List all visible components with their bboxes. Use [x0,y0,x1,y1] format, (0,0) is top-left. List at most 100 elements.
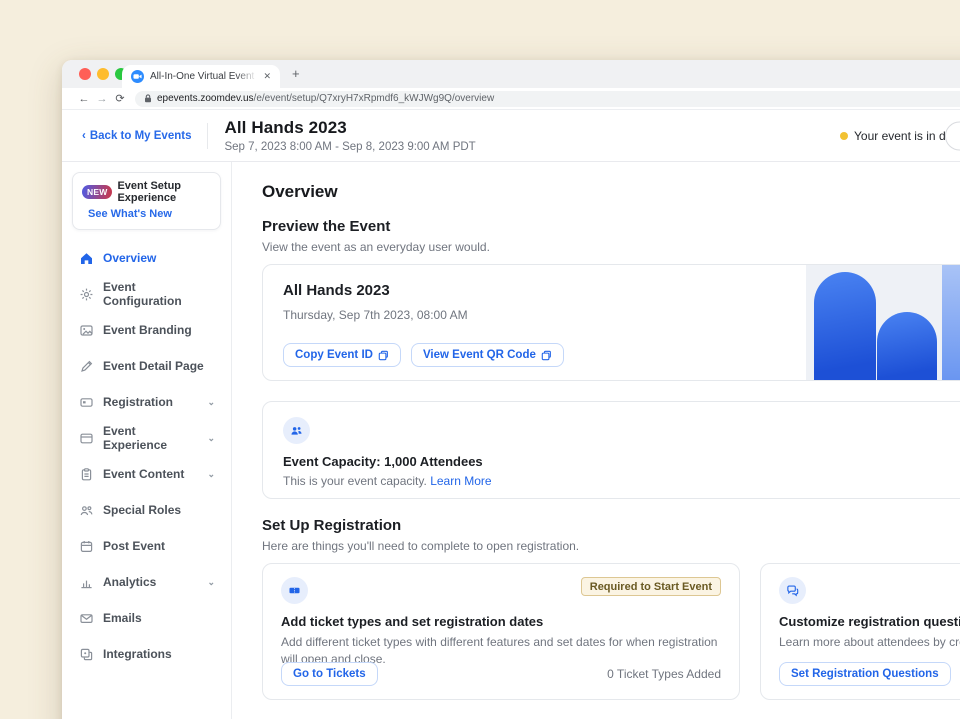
sidebar-item-overview[interactable]: Overview [72,240,221,276]
integrations-icon [78,647,94,662]
browser-window: All-In-One Virtual Event Platfo ✕ + ← → … [62,60,960,719]
tab-title: All-In-One Virtual Event Platfo [150,71,257,82]
address-bar[interactable]: epevents.zoomdev.us/e/event/setup/Q7xryH… [135,91,960,107]
copy-icon [541,350,552,361]
back-label: Back to My Events [90,130,192,142]
artwork-strip-shape [942,265,960,380]
view-event-qr-code-button[interactable]: View Event QR Code [411,343,564,367]
event-capacity-card: Event Capacity: 1,000 Attendees This is … [262,401,960,499]
draft-status: Your event is in draft [840,129,960,143]
forward-nav-icon[interactable]: → [93,93,111,105]
back-nav-icon[interactable]: ← [75,93,93,105]
preview-section-title: Preview the Event [262,218,960,235]
setup-experience-promo-card: NEW Event Setup Experience See What's Ne… [72,172,221,230]
ticket-types-count: 0 Ticket Types Added [607,667,721,681]
view-qr-label: View Event QR Code [423,349,536,361]
promo-title: Event Setup Experience [117,180,211,204]
artwork-arch-shape [814,272,876,380]
sidebar-item-label: Event Experience [103,424,198,452]
registration-card-icon [78,395,94,410]
attendees-icon [283,417,310,444]
learn-more-link[interactable]: Learn More [430,474,491,488]
event-header: ‹ Back to My Events All Hands 2023 Sep 7… [62,110,960,162]
calendar-icon [78,539,94,554]
pencil-icon [78,359,94,374]
sidebar-item-label: Event Branding [103,323,192,337]
new-badge: NEW [82,185,112,199]
ticket-types-card: Required to Start Event Add ticket types… [262,563,740,700]
ticket-card-footer: Go to Tickets 0 Ticket Types Added [281,662,721,686]
sidebar-item-event-experience[interactable]: Event Experience ⌄ [72,420,221,456]
sidebar-item-registration[interactable]: Registration ⌄ [72,384,221,420]
reload-icon[interactable]: ⟳ [111,92,129,105]
desktop-background: All-In-One Virtual Event Platfo ✕ + ← → … [0,0,960,719]
capacity-title: Event Capacity: 1,000 Attendees [283,454,960,469]
event-artwork-image [806,265,960,380]
sidebar-item-label: Event Content [103,467,184,481]
registration-section-subtitle: Here are things you'll need to complete … [262,539,960,553]
minimize-window-button[interactable] [97,68,109,80]
lock-icon [144,94,152,103]
ticket-icon [281,577,308,604]
draft-status-dot-icon [840,132,848,140]
chevron-down-icon: ⌄ [207,577,215,588]
window-icon [78,431,94,446]
set-registration-questions-label: Set Registration Questions [791,668,939,680]
copy-icon [378,350,389,361]
go-to-tickets-button[interactable]: Go to Tickets [281,662,378,686]
people-icon [78,503,94,518]
back-to-my-events-link[interactable]: ‹ Back to My Events [82,130,191,142]
sidebar-item-post-event[interactable]: Post Event [72,528,221,564]
set-registration-questions-button[interactable]: Set Registration Questions [779,662,951,686]
home-icon [78,251,94,266]
sidebar-item-label: Emails [103,611,142,625]
questions-card-footer: Set Registration Questions [779,662,960,686]
registration-section-title: Set Up Registration [262,517,960,534]
sidebar-item-label: Analytics [103,575,156,589]
chevron-down-icon: ⌄ [207,469,215,480]
header-divider [207,123,208,149]
registration-questions-card: Customize registration questions Learn m… [760,563,960,700]
mail-icon [78,611,94,626]
page-title: Overview [262,182,960,202]
browser-tab-strip: All-In-One Virtual Event Platfo ✕ + [62,60,960,88]
sidebar-item-label: Registration [103,395,173,409]
back-chevron-icon: ‹ [82,130,86,142]
browser-tab[interactable]: All-In-One Virtual Event Platfo ✕ [122,65,280,88]
sidebar-item-emails[interactable]: Emails [72,600,221,636]
url-text: epevents.zoomdev.us/e/event/setup/Q7xryH… [157,93,494,104]
questions-card-title: Customize registration questions [779,614,960,629]
sidebar: NEW Event Setup Experience See What's Ne… [62,162,232,719]
sidebar-item-event-detail-page[interactable]: Event Detail Page [72,348,221,384]
artwork-arch-shape [877,312,937,380]
sidebar-item-event-configuration[interactable]: Event Configuration [72,276,221,312]
sidebar-item-integrations[interactable]: Integrations [72,636,221,672]
sidebar-item-label: Overview [103,251,156,265]
copy-event-id-button[interactable]: Copy Event ID [283,343,401,367]
event-title-block: All Hands 2023 Sep 7, 2023 8:00 AM - Sep… [224,118,475,153]
browser-toolbar: ← → ⟳ epevents.zoomdev.us/e/event/setup/… [62,88,960,110]
copy-event-id-label: Copy Event ID [295,349,373,361]
go-to-tickets-label: Go to Tickets [293,668,366,680]
sidebar-item-label: Event Detail Page [103,359,204,373]
url-domain: epevents.zoomdev.us [157,93,254,104]
sidebar-item-analytics[interactable]: Analytics ⌄ [72,564,221,600]
close-window-button[interactable] [79,68,91,80]
new-tab-button[interactable]: + [292,66,300,81]
gear-icon [78,287,94,302]
capacity-subtitle: This is your event capacity. Learn More [283,474,960,488]
event-title: All Hands 2023 [224,118,475,138]
zoom-favicon-icon [131,70,144,83]
required-badge: Required to Start Event [581,577,721,596]
event-preview-card: All Hands 2023 Thursday, Sep 7th 2023, 0… [262,264,960,381]
tab-close-icon[interactable]: ✕ [263,72,271,81]
chat-bubble-icon [779,577,806,604]
sidebar-item-special-roles[interactable]: Special Roles [72,492,221,528]
capacity-subtitle-text: This is your event capacity. [283,474,427,488]
header-action-button[interactable] [945,121,960,150]
sidebar-item-event-content[interactable]: Event Content ⌄ [72,456,221,492]
sidebar-item-label: Event Configuration [103,280,215,308]
sidebar-item-event-branding[interactable]: Event Branding [72,312,221,348]
see-whats-new-link[interactable]: See What's New [88,208,172,220]
sidebar-item-label: Post Event [103,539,165,553]
